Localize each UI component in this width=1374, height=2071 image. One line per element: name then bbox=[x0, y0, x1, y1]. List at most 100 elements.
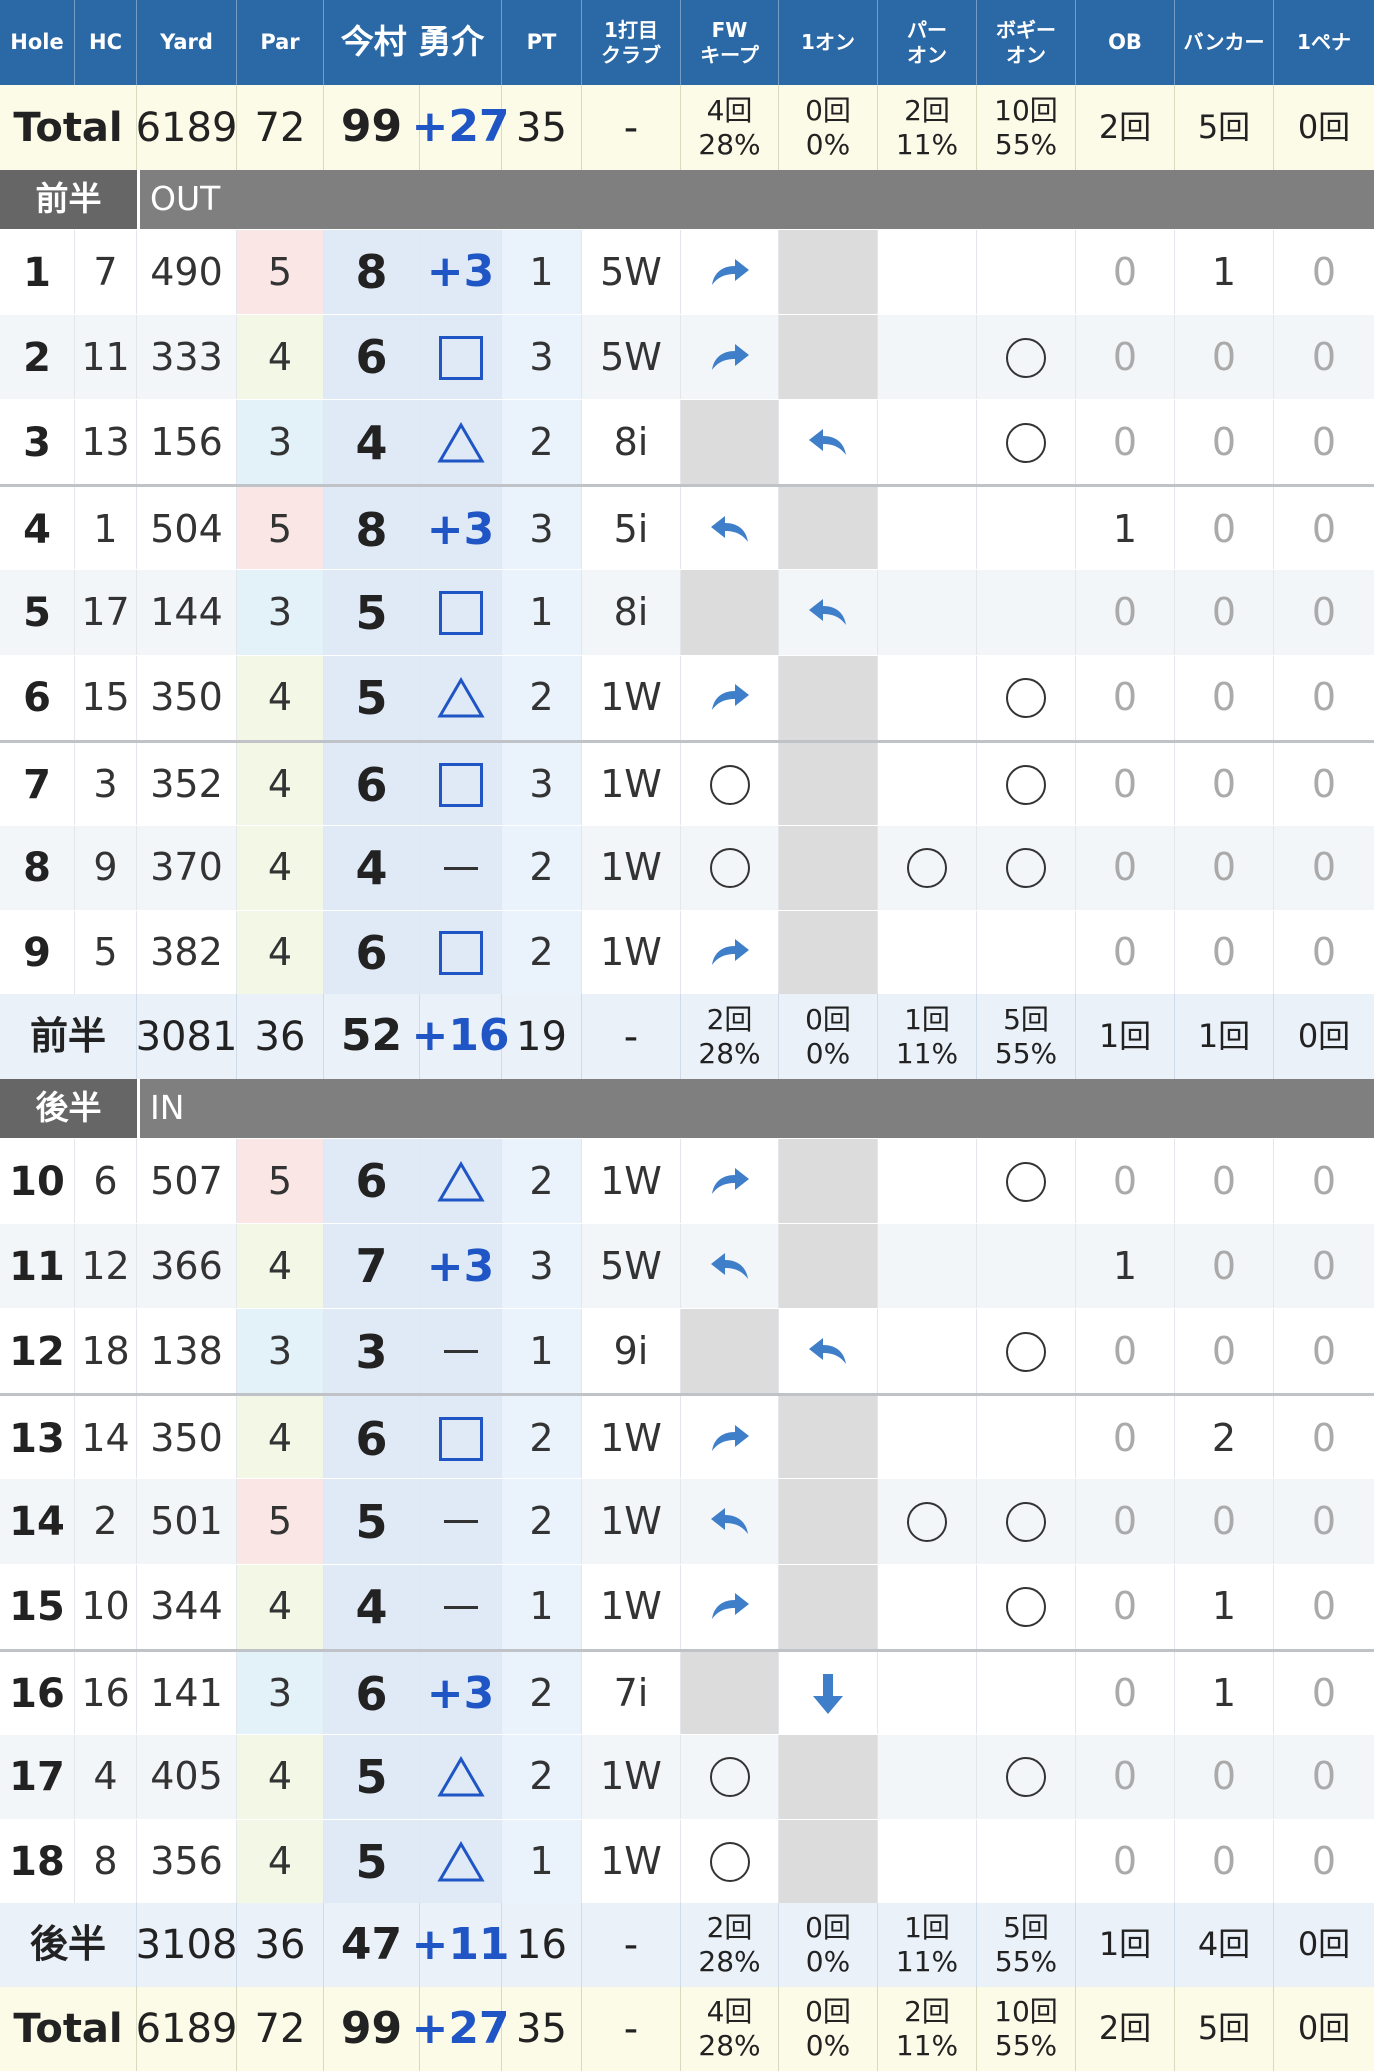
subtotal-out-bogey-on-pct: 55% bbox=[994, 1036, 1058, 1070]
total-one-on-count: 0回 bbox=[805, 93, 851, 127]
hole-13-club: 1W bbox=[582, 1396, 681, 1482]
hole-14-hole: 14 bbox=[0, 1479, 75, 1565]
hole-17-bogey-on bbox=[977, 1734, 1076, 1820]
hole-5-pt: 1 bbox=[502, 570, 582, 656]
hole-1-club: 5W bbox=[582, 230, 681, 316]
hole-14-fw bbox=[681, 1479, 779, 1565]
hole-11-fw bbox=[681, 1224, 779, 1310]
hole-1-yard: 490 bbox=[137, 230, 237, 316]
hole-2-yard: 333 bbox=[137, 315, 237, 401]
hole-13-par: 4 bbox=[237, 1396, 324, 1482]
col-hole-header: Hole bbox=[0, 0, 75, 85]
hole-9-score: 6 bbox=[324, 910, 420, 996]
hole-5-one-on-curved-arrow-left-icon bbox=[807, 598, 849, 628]
hole-row-3: 3 13 156 3 4 2 8i 0 0 0 bbox=[0, 399, 1374, 486]
hole-7-one-on bbox=[779, 742, 878, 828]
hole-13-mark bbox=[420, 1396, 502, 1482]
subtotal-out-par-on-count: 1回 bbox=[904, 1002, 950, 1036]
hole-9-penalty: 0 bbox=[1311, 930, 1337, 975]
hole-17-penalty: 0 bbox=[1311, 1754, 1337, 1799]
hole-1-pt: 1 bbox=[502, 230, 582, 316]
hole-9-mark bbox=[420, 910, 502, 996]
subtotal-out-club: - bbox=[582, 994, 681, 1079]
hole-12-dash-mark-icon bbox=[443, 1350, 478, 1354]
subtotal-in-fw-pct: 28% bbox=[698, 1945, 761, 1978]
hole-4-one-on bbox=[779, 487, 878, 573]
hole-6-score: 5 bbox=[324, 655, 420, 741]
hole-5-par-on bbox=[878, 570, 977, 656]
hole-18-par-on bbox=[878, 1819, 977, 1905]
hole-6-one-on bbox=[779, 655, 878, 741]
hole-7-ob: 0 bbox=[1076, 742, 1175, 828]
subtotal-out-penalty: 0回 bbox=[1297, 1016, 1351, 1055]
hole-2-penalty: 0 bbox=[1311, 334, 1337, 379]
hole-17-one-on bbox=[779, 1734, 878, 1820]
hole-11-fw-curved-arrow-left-icon bbox=[709, 1252, 751, 1282]
col-bogey-on-header: ボギー オン bbox=[977, 0, 1076, 85]
subtotal-out-ob: 1回 bbox=[1076, 994, 1175, 1079]
hole-16-bunker: 1 bbox=[1175, 1651, 1274, 1737]
total-bottom-bogey-on-pct: 55% bbox=[994, 2029, 1058, 2062]
scorecard: Hole HC Yard Par 今村 勇介 PT 1打目 クラブ FW キープ… bbox=[0, 0, 1374, 2071]
hole-15-par-on bbox=[878, 1564, 977, 1650]
hole-10-bogey-on bbox=[977, 1139, 1076, 1225]
hole-14-fw-curved-arrow-left-icon bbox=[709, 1507, 751, 1537]
hole-9-hc: 5 bbox=[75, 910, 137, 996]
total-fw: 4回 28% bbox=[681, 85, 779, 170]
total-diff: +27 bbox=[411, 85, 510, 170]
hole-13-bogey-on bbox=[977, 1396, 1076, 1482]
hole-3-bogey-on-circle-mark-icon bbox=[1006, 422, 1046, 463]
hole-9-bunker: 0 bbox=[1175, 910, 1274, 996]
hole-11-one-on bbox=[779, 1224, 878, 1310]
hole-12-club: 9i bbox=[582, 1309, 681, 1395]
hole-12-bogey-on bbox=[977, 1309, 1076, 1395]
hole-11-mark: +3 bbox=[420, 1224, 502, 1310]
hole-8-pt: 2 bbox=[502, 825, 582, 911]
subtotal-out-par-on-pct: 11% bbox=[895, 1036, 959, 1070]
hole-11-penalty: 0 bbox=[1311, 1243, 1337, 1288]
hole-14-club: 1W bbox=[582, 1479, 681, 1565]
hole-13-hole: 13 bbox=[0, 1396, 75, 1482]
hole-12-score: 3 bbox=[324, 1309, 420, 1395]
hole-2-score: 6 bbox=[324, 315, 420, 401]
subtotal-in-par-on: 1回 11% bbox=[878, 1903, 977, 1987]
club-header-line1: 1打目 bbox=[604, 17, 658, 42]
total-club: - bbox=[582, 85, 681, 170]
hole-17-ob: 0 bbox=[1076, 1734, 1175, 1820]
subtotal-in-fw-count: 2回 bbox=[706, 1911, 753, 1945]
hole-18-bunker: 0 bbox=[1175, 1819, 1274, 1905]
hole-10-one-on bbox=[779, 1139, 878, 1225]
fw-header-line2: キープ bbox=[700, 42, 759, 67]
hole-18-ob: 0 bbox=[1076, 1819, 1175, 1905]
hole-18-fw bbox=[681, 1819, 779, 1905]
hole-13-pt: 2 bbox=[502, 1396, 582, 1482]
hole-9-square-mark-icon bbox=[438, 931, 483, 976]
hole-14-ob: 0 bbox=[1076, 1479, 1175, 1565]
hole-15-hole: 15 bbox=[0, 1564, 75, 1650]
total-bottom-par-on-count: 2回 bbox=[904, 1995, 950, 2029]
hole-14-dash-mark-icon bbox=[443, 1520, 478, 1524]
hole-17-fw-circle-mark-icon bbox=[709, 1757, 750, 1798]
subtotal-in-bogey-on-count: 5回 bbox=[1003, 1911, 1049, 1945]
hole-1-ob: 0 bbox=[1076, 230, 1175, 316]
hole-1-score: 8 bbox=[324, 230, 420, 316]
col-player-header: 今村 勇介 bbox=[324, 0, 502, 85]
hole-4-ob: 1 bbox=[1076, 487, 1175, 573]
hole-11-yard: 366 bbox=[137, 1224, 237, 1310]
hole-6-ob: 0 bbox=[1076, 655, 1175, 741]
hole-17-club: 1W bbox=[582, 1734, 681, 1820]
bogey-on-header-line2: オン bbox=[1006, 42, 1046, 67]
subtotal-in-bogey-on: 5回 55% bbox=[977, 1903, 1076, 1987]
bogey-on-header-line1: ボギー bbox=[996, 17, 1056, 42]
hole-18-penalty: 0 bbox=[1311, 1839, 1337, 1884]
subtotal-out-fw-count: 2回 bbox=[706, 1002, 753, 1036]
hole-8-ob: 0 bbox=[1076, 825, 1175, 911]
hole-1-penalty: 0 bbox=[1311, 249, 1337, 294]
subtotal-out-bogey-on: 5回 55% bbox=[977, 994, 1076, 1079]
hole-1-fw-curved-arrow-right-icon bbox=[709, 258, 751, 288]
total-bottom-one-on-count: 0回 bbox=[805, 1995, 851, 2029]
hole-17-par-on bbox=[878, 1734, 977, 1820]
subtotal-out-yard: 3081 bbox=[136, 994, 237, 1079]
subtotal-out-fw: 2回 28% bbox=[681, 994, 779, 1079]
hole-16-par-on bbox=[878, 1651, 977, 1737]
